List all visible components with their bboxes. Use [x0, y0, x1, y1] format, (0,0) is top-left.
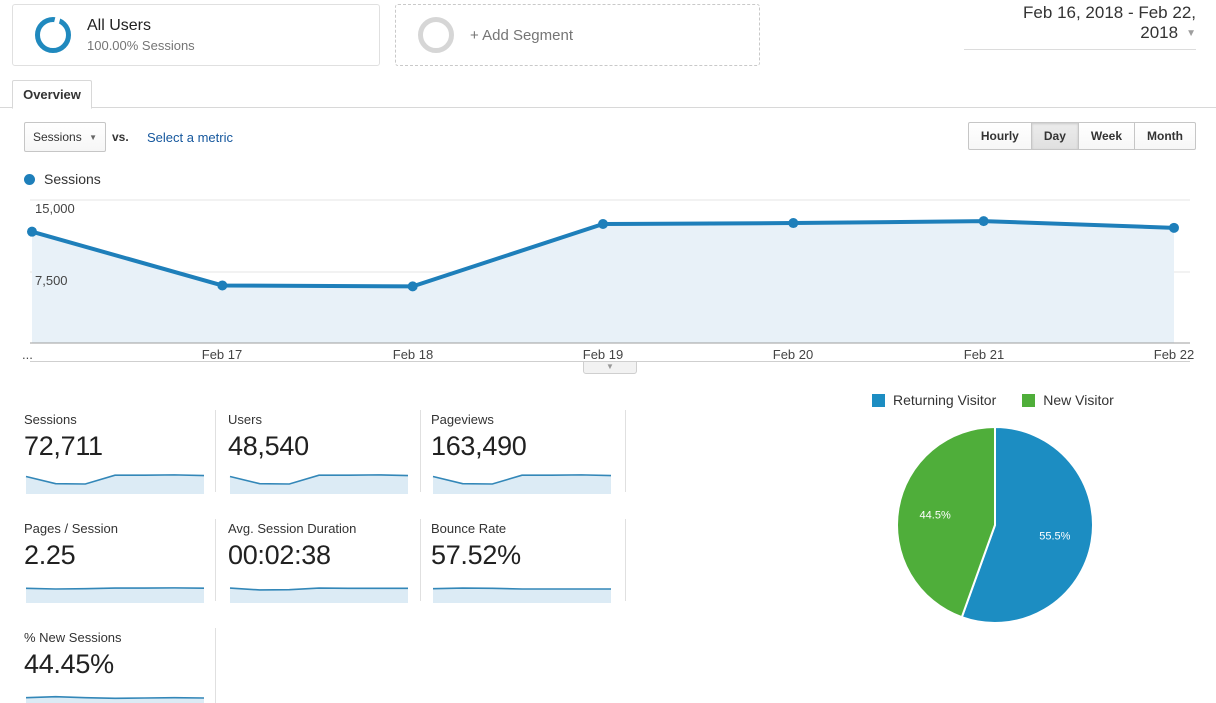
metric-sparkline: [431, 577, 613, 603]
divider: [215, 410, 216, 492]
divider: [420, 519, 421, 601]
legend-item-new-visitor: New Visitor: [1022, 392, 1114, 408]
chevron-down-icon: ▼: [89, 133, 97, 142]
legend-item-returning-visitor: Returning Visitor: [872, 392, 996, 408]
x-axis-tick: Feb 18: [393, 347, 433, 362]
metric-select-dropdown[interactable]: Sessions ▼: [24, 122, 106, 152]
annotations-expander[interactable]: ▼: [583, 362, 637, 374]
segment-donut-icon: [35, 17, 71, 53]
metric-card-percent-new-sessions[interactable]: % New Sessions 44.45%: [24, 630, 212, 703]
date-range-text: Feb 16, 2018 - Feb 22, 2018: [1023, 3, 1196, 42]
metric-sparkline: [228, 468, 410, 494]
vs-label: vs.: [112, 130, 129, 144]
metric-label: Users: [228, 412, 416, 427]
svg-text:55.5%: 55.5%: [1039, 530, 1070, 542]
metric-label: Sessions: [24, 412, 212, 427]
metric-card-users[interactable]: Users 48,540: [228, 412, 416, 494]
metric-value: 48,540: [228, 431, 416, 462]
chevron-down-icon: ▼: [606, 363, 614, 371]
metric-value: 44.45%: [24, 649, 212, 680]
svg-text:44.5%: 44.5%: [920, 510, 951, 522]
granularity-hourly-button[interactable]: Hourly: [968, 122, 1032, 150]
x-axis-tick: Feb 17: [202, 347, 242, 362]
sessions-line-chart[interactable]: [0, 196, 1216, 344]
segment-subtitle: 100.00% Sessions: [87, 38, 195, 54]
x-axis-tick: Feb 22: [1154, 347, 1194, 362]
metric-value: 72,711: [24, 431, 212, 462]
chevron-down-icon: ▼: [1186, 28, 1196, 39]
metric-sparkline: [24, 686, 206, 703]
metric-card-bounce-rate[interactable]: Bounce Rate 57.52%: [431, 521, 619, 603]
tab-overview[interactable]: Overview: [12, 80, 92, 109]
new-visitor-swatch-icon: [1022, 394, 1035, 407]
metric-label: Avg. Session Duration: [228, 521, 416, 536]
date-range-selector[interactable]: Feb 16, 2018 - Feb 22, 2018▼: [964, 3, 1196, 50]
metric-sparkline: [228, 577, 410, 603]
x-axis-tick: Feb 19: [583, 347, 623, 362]
y-axis-tick: 7,500: [35, 273, 68, 288]
legend-label: New Visitor: [1043, 392, 1114, 408]
metric-sparkline: [431, 468, 613, 494]
y-axis-tick: 15,000: [35, 201, 75, 216]
legend-label: Returning Visitor: [893, 392, 996, 408]
metric-label: Pageviews: [431, 412, 619, 427]
sessions-legend-label: Sessions: [44, 171, 101, 187]
divider: [420, 410, 421, 492]
metric-card-pages-per-session[interactable]: Pages / Session 2.25: [24, 521, 212, 603]
add-segment-donut-icon: [418, 17, 454, 53]
metric-card-pageviews[interactable]: Pageviews 163,490: [431, 412, 619, 494]
segment-title: All Users: [87, 16, 195, 36]
divider: [215, 628, 216, 703]
audience-overview-page: All Users 100.00% Sessions + Add Segment…: [0, 0, 1216, 703]
x-axis-tick: ...: [22, 347, 33, 362]
metric-sparkline: [24, 468, 206, 494]
metric-label: % New Sessions: [24, 630, 212, 645]
tab-divider: [0, 107, 1216, 108]
metric-label: Bounce Rate: [431, 521, 619, 536]
metric-value: 163,490: [431, 431, 619, 462]
add-segment-button[interactable]: + Add Segment: [395, 4, 760, 66]
granularity-week-button[interactable]: Week: [1079, 122, 1135, 150]
x-axis-tick: Feb 21: [964, 347, 1004, 362]
metric-value: 00:02:38: [228, 540, 416, 571]
metric-card-sessions[interactable]: Sessions 72,711: [24, 412, 212, 494]
granularity-day-button[interactable]: Day: [1032, 122, 1079, 150]
granularity-month-button[interactable]: Month: [1135, 122, 1196, 150]
metric-label: Pages / Session: [24, 521, 212, 536]
segment-card-all-users[interactable]: All Users 100.00% Sessions: [12, 4, 380, 66]
divider: [625, 410, 626, 492]
metric-select-value: Sessions: [33, 130, 82, 144]
x-axis-tick: Feb 20: [773, 347, 813, 362]
granularity-button-group: Hourly Day Week Month: [968, 122, 1196, 150]
sessions-legend: Sessions: [24, 171, 101, 187]
metric-sparkline: [24, 577, 206, 603]
select-a-metric-link[interactable]: Select a metric: [147, 130, 233, 145]
metric-value: 2.25: [24, 540, 212, 571]
sessions-legend-dot-icon: [24, 174, 35, 185]
returning-visitor-swatch-icon: [872, 394, 885, 407]
metric-value: 57.52%: [431, 540, 619, 571]
metric-card-avg-session-duration[interactable]: Avg. Session Duration 00:02:38: [228, 521, 416, 603]
add-segment-label: + Add Segment: [470, 27, 573, 44]
divider: [625, 519, 626, 601]
visitor-type-legend: Returning Visitor New Visitor: [872, 392, 1140, 408]
divider: [215, 519, 216, 601]
visitor-type-pie-chart[interactable]: 55.5% 44.5%: [880, 418, 1110, 628]
